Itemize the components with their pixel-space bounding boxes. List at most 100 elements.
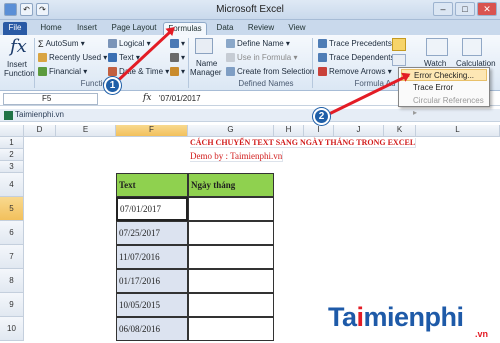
workbook-bar: Taimienphi.vn	[0, 109, 500, 122]
logical-button[interactable]: Logical ▾	[108, 39, 151, 49]
sheet-title[interactable]: CÁCH CHUYỂN TEXT SANG NGÀY THÁNG TRONG E…	[190, 138, 417, 148]
insert-function-icon[interactable]: fx	[143, 93, 151, 103]
row-header-4[interactable]: 4	[0, 173, 24, 197]
name-box[interactable]: F5	[3, 93, 98, 105]
group-separator	[312, 38, 313, 88]
table-cell-f5[interactable]: 07/01/2017	[116, 197, 188, 221]
table-cell-g8[interactable]	[188, 269, 274, 293]
logical-icon	[108, 39, 117, 49]
title-bar: ↶ ↷ Microsoft Excel – □ ✕	[0, 0, 500, 20]
step-badge-1: 1	[104, 77, 121, 94]
menu-item-trace-error[interactable]: Trace Error	[401, 82, 487, 94]
close-icon[interactable]: ✕	[477, 2, 497, 16]
column-header-j[interactable]: J	[334, 125, 384, 137]
row-header-8[interactable]: 8	[0, 269, 24, 293]
date-time-button[interactable]: Date & Time ▾	[108, 67, 169, 77]
table-cell-f8[interactable]: 01/17/2016	[116, 269, 188, 293]
trace-precedents-button[interactable]: Trace Precedents	[318, 39, 392, 49]
ribbon-tabs: File Home Insert Page Layout Formulas Da…	[0, 20, 500, 35]
insert-function-label-2[interactable]: Function	[4, 69, 35, 78]
error-checking-icon[interactable]	[392, 38, 406, 51]
math-icon[interactable]: ▾	[170, 53, 185, 63]
calculation-icon	[462, 38, 482, 56]
maximize-icon[interactable]: □	[455, 2, 475, 16]
table-cell-g5[interactable]	[188, 197, 274, 221]
autosum-button[interactable]: Σ AutoSum ▾	[38, 39, 85, 50]
group-separator	[188, 38, 189, 88]
step-badge-2: 2	[313, 108, 330, 125]
column-header-g[interactable]: G	[188, 125, 274, 137]
watermark-logo: Taimienphi	[328, 302, 464, 332]
tag-icon	[226, 39, 235, 49]
row-header-5[interactable]: 5	[0, 197, 24, 221]
table-cell-g9[interactable]	[188, 293, 274, 317]
tab-file[interactable]: File	[3, 22, 27, 35]
selection-icon	[226, 67, 235, 77]
table-cell-g10[interactable]	[188, 317, 274, 341]
menu-item-error-checking[interactable]: Error Checking...	[401, 69, 487, 81]
evaluate-formula-icon[interactable]	[392, 54, 406, 66]
column-header-d[interactable]: D	[24, 125, 56, 137]
menu-item-circular-references[interactable]: Circular References ▸	[401, 95, 487, 117]
watermark-domain: .vn	[475, 329, 489, 339]
tab-page-layout[interactable]: Page Layout	[108, 22, 160, 35]
watch-window-icon	[426, 38, 448, 56]
tab-home[interactable]: Home	[36, 22, 66, 35]
star-icon	[38, 53, 47, 63]
row-header-10[interactable]: 10	[0, 317, 24, 341]
error-checking-menu: Error Checking... Trace Error Circular R…	[398, 67, 490, 117]
defined-names-label: Defined Names	[238, 79, 294, 88]
column-header-e[interactable]: E	[56, 125, 116, 137]
financial-icon	[38, 67, 47, 77]
table-cell-g6[interactable]	[188, 221, 274, 245]
remove-arrows-button[interactable]: Remove Arrows ▾	[318, 67, 392, 77]
table-cell-g7[interactable]	[188, 245, 274, 269]
trace-precedents-icon	[318, 39, 327, 49]
group-separator	[34, 38, 35, 88]
workbook-icon	[4, 111, 13, 120]
header-cell-date[interactable]: Ngày tháng	[188, 173, 274, 197]
table-cell-f9[interactable]: 10/05/2015	[116, 293, 188, 317]
insert-function-label-1[interactable]: Insert	[7, 60, 27, 69]
financial-button[interactable]: Financial ▾	[38, 67, 87, 77]
minimize-icon[interactable]: –	[433, 2, 453, 16]
tab-data[interactable]: Data	[212, 22, 238, 35]
use-in-formula-button[interactable]: Use in Formula ▾	[226, 53, 298, 63]
select-all-corner[interactable]	[0, 125, 24, 137]
name-manager-label-2[interactable]: Manager	[190, 68, 222, 77]
remove-arrows-icon	[318, 67, 327, 77]
demo-text[interactable]: Demo by : Taimienphi.vn	[190, 151, 284, 162]
row-header-6[interactable]: 6	[0, 221, 24, 245]
header-cell-text[interactable]: Text	[116, 173, 188, 197]
tab-insert[interactable]: Insert	[70, 22, 104, 35]
row-header-2[interactable]: 2	[0, 149, 24, 161]
tab-view[interactable]: View	[284, 22, 310, 35]
tab-review[interactable]: Review	[244, 22, 278, 35]
column-header-i[interactable]: I	[304, 125, 334, 137]
lookup-icon[interactable]: ▾	[170, 39, 185, 49]
table-cell-f7[interactable]: 11/07/2016	[116, 245, 188, 269]
sigma-icon: Σ	[38, 39, 44, 50]
workbook-name[interactable]: Taimienphi.vn	[15, 110, 64, 119]
define-name-button[interactable]: Define Name ▾	[226, 39, 290, 49]
column-header-k[interactable]: K	[384, 125, 416, 137]
column-header-f[interactable]: F	[116, 125, 188, 137]
trace-dependents-button[interactable]: Trace Dependents	[318, 53, 395, 63]
row-header-9[interactable]: 9	[0, 293, 24, 317]
function-icon: fx	[10, 36, 27, 57]
name-manager-icon	[195, 38, 213, 54]
more-functions-icon[interactable]: ▾	[170, 67, 185, 77]
column-header-l[interactable]: L	[416, 125, 500, 137]
table-cell-f10[interactable]: 06/08/2016	[116, 317, 188, 341]
row-header-1[interactable]: 1	[0, 137, 24, 149]
window-title: Microsoft Excel	[216, 4, 284, 15]
formula-icon	[226, 53, 235, 63]
recently-used-button[interactable]: Recently Used ▾	[38, 53, 107, 63]
create-from-selection-button[interactable]: Create from Selection	[226, 67, 314, 77]
table-cell-f6[interactable]: 07/25/2017	[116, 221, 188, 245]
trace-dependents-icon	[318, 53, 327, 63]
name-manager-label-1[interactable]: Name	[196, 59, 217, 68]
row-header-3[interactable]: 3	[0, 161, 24, 173]
column-header-h[interactable]: H	[274, 125, 304, 137]
row-header-7[interactable]: 7	[0, 245, 24, 269]
